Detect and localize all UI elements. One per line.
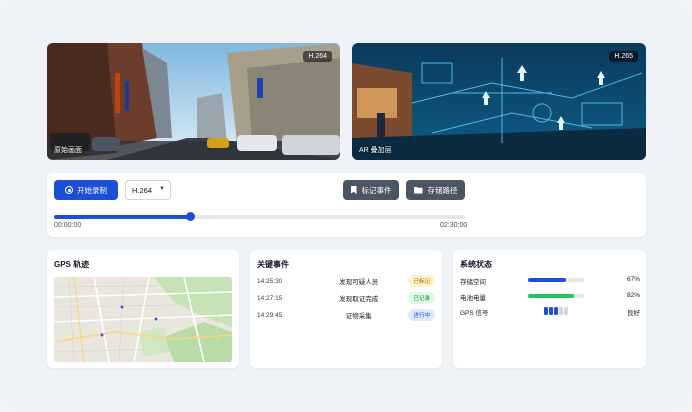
signal-bar: [564, 307, 568, 315]
signal-bar: [554, 307, 558, 315]
start-recording-button[interactable]: 开始录制: [54, 180, 118, 200]
event-time: 14:25:30: [257, 277, 283, 285]
battery-row: 电池电量 82%: [460, 291, 640, 302]
battery-bar-fill: [528, 294, 574, 298]
signal-bars-icon: [544, 307, 568, 315]
gps-signal-value: 良好: [627, 310, 640, 317]
events-title: 关键事件: [257, 260, 289, 269]
chevron-down-icon: ▼: [159, 186, 165, 192]
signal-bar: [549, 307, 553, 315]
record-icon: [65, 186, 73, 194]
events-card: 关键事件 14:25:30 发现可疑人员 已标记 14:27:15 发现取证完成…: [250, 250, 442, 368]
time-end: 02:30:00: [440, 222, 468, 229]
record-label: 开始录制: [77, 185, 107, 195]
storage-bar-fill: [528, 278, 566, 282]
event-desc: 发现取证完成: [339, 296, 379, 303]
gps-map[interactable]: [54, 277, 232, 362]
event-status-badge: 进行中: [408, 309, 435, 321]
signal-bar: [559, 307, 563, 315]
storage-label: 存储空间: [460, 279, 486, 286]
event-status-badge: 已记录: [408, 292, 435, 304]
video-feed-original[interactable]: H.264 原始画面: [47, 43, 340, 160]
codec-select[interactable]: H.264 ▼: [125, 180, 171, 200]
folder-icon: [413, 186, 423, 194]
mark-event-button[interactable]: 标记事件: [343, 180, 399, 200]
event-status-badge: 已标记: [408, 275, 435, 287]
storage-value: 67%: [626, 276, 640, 283]
gps-card: GPS 轨迹: [47, 250, 239, 368]
signal-bar: [544, 307, 548, 315]
event-row[interactable]: 14:27:15 发现取证完成 已记录: [257, 292, 435, 304]
video-caption: 原始画面: [54, 147, 82, 154]
codec-select-value: H.264: [132, 185, 153, 195]
bookmark-icon: [350, 186, 357, 194]
battery-bar: [528, 294, 584, 298]
ar-overlay-image: [352, 43, 646, 160]
timeline-progress: [54, 215, 190, 219]
map-image: [54, 277, 232, 362]
timeline-handle[interactable]: [185, 212, 195, 221]
event-desc: 证物采集: [345, 313, 372, 320]
codec-tag: H.265: [609, 51, 638, 62]
battery-label: 电池电量: [460, 295, 486, 302]
time-start: 00:00:00: [54, 222, 82, 229]
street-scene-image: [47, 43, 340, 160]
event-desc: 发现可疑人员: [339, 279, 379, 286]
gps-signal-row: GPS 信号 良好: [460, 306, 640, 317]
gps-signal-label: GPS 信号: [460, 310, 489, 317]
storage-path-label: 存储路径: [427, 185, 458, 195]
event-row[interactable]: 14:25:30 发现可疑人员 已标记: [257, 275, 435, 287]
storage-bar: [528, 278, 584, 282]
storage-path-button[interactable]: 存储路径: [406, 180, 465, 200]
event-time: 14:27:15: [257, 294, 283, 302]
app-frame: H.264 原始画面 H.265 AR 叠加层 开始录制 H.264 ▼ 标记事…: [0, 0, 692, 412]
system-status-card: 系统状态 存储空间 67% 电池电量 82% GPS 信号 良好: [453, 250, 646, 368]
timeline-track[interactable]: [54, 212, 465, 221]
event-row[interactable]: 14:29:45 证物采集 进行中: [257, 309, 435, 321]
storage-row: 存储空间 67%: [460, 275, 640, 286]
mark-event-label: 标记事件: [361, 185, 392, 195]
event-time: 14:29:45: [257, 311, 283, 319]
video-caption: AR 叠加层: [359, 147, 392, 154]
gps-title: GPS 轨迹: [54, 260, 90, 269]
recording-controls: 开始录制 H.264 ▼ 标记事件 存储路径 00:00:00 02:30:00: [47, 173, 646, 237]
status-title: 系统状态: [460, 260, 492, 269]
battery-value: 82%: [626, 292, 640, 299]
video-feed-ar[interactable]: H.265 AR 叠加层: [352, 43, 646, 160]
codec-tag: H.264: [303, 51, 332, 62]
